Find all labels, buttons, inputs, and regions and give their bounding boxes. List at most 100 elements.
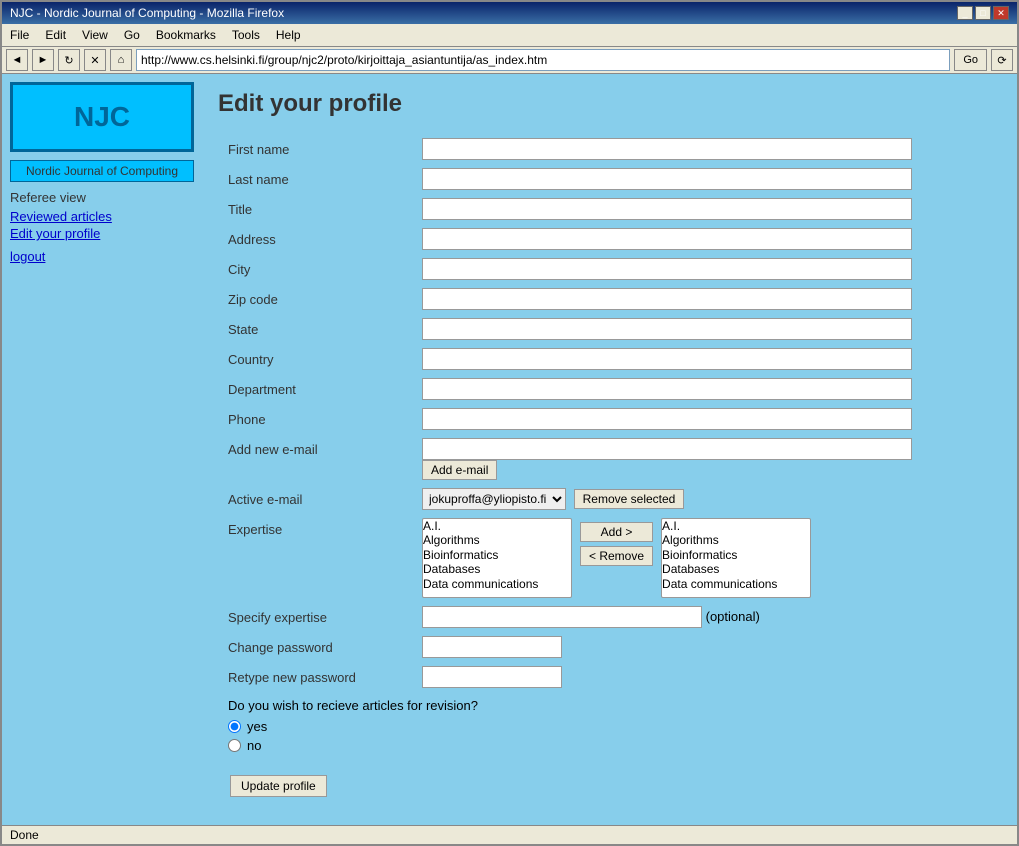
reload-button[interactable]: ↻: [58, 49, 80, 71]
department-label: Department: [218, 374, 418, 404]
expertise-action-buttons: Add > < Remove: [576, 518, 657, 570]
expertise-option-right-3[interactable]: Databases: [662, 562, 810, 576]
sidebar-logout-link[interactable]: logout: [10, 249, 194, 264]
menu-tools[interactable]: Tools: [224, 26, 268, 44]
change-password-label: Change password: [218, 632, 418, 662]
maximize-button[interactable]: □: [975, 6, 991, 20]
city-row: City: [218, 254, 1001, 284]
active-email-select[interactable]: jokuproffa@yliopisto.fi: [422, 488, 566, 510]
expertise-add-button[interactable]: Add >: [580, 522, 653, 542]
profile-form: First name Last name Title: [218, 134, 1001, 809]
sidebar: NJC Nordic Journal of Computing Referee …: [2, 74, 202, 825]
state-field: [418, 314, 1001, 344]
expertise-option-right-2[interactable]: Bioinformatics: [662, 548, 810, 562]
state-input[interactable]: [422, 318, 912, 340]
retype-password-input[interactable]: [422, 666, 562, 688]
address-input[interactable]: [422, 228, 912, 250]
refresh-button[interactable]: ⟳: [991, 49, 1013, 71]
expertise-list-left[interactable]: A.I. Algorithms Bioinformatics Databases…: [422, 518, 572, 598]
first-name-input[interactable]: [422, 138, 912, 160]
last-name-input[interactable]: [422, 168, 912, 190]
menu-edit[interactable]: Edit: [37, 26, 74, 44]
sidebar-section-title: Referee view: [10, 190, 194, 205]
expertise-remove-button[interactable]: < Remove: [580, 546, 653, 566]
expertise-option-left-3[interactable]: Databases: [423, 562, 571, 576]
revision-no-label: no: [247, 738, 261, 753]
active-email-label: Active e-mail: [218, 484, 418, 514]
last-name-label: Last name: [218, 164, 418, 194]
add-email-label: Add new e-mail: [218, 434, 418, 484]
menu-file[interactable]: File: [2, 26, 37, 44]
zip-code-field: [418, 284, 1001, 314]
sidebar-link-edit-profile[interactable]: Edit your profile: [10, 226, 194, 241]
window-controls: _ □ ✕: [957, 6, 1009, 20]
title-bar: NJC - Nordic Journal of Computing - Mozi…: [2, 2, 1017, 24]
menu-bar: File Edit View Go Bookmarks Tools Help: [2, 24, 1017, 47]
zip-code-input[interactable]: [422, 288, 912, 310]
menu-help[interactable]: Help: [268, 26, 309, 44]
sidebar-nav-header: Nordic Journal of Computing: [10, 160, 194, 182]
expertise-option-left-4[interactable]: Data communications: [423, 577, 571, 591]
address-row: Address: [218, 224, 1001, 254]
optional-label: (optional): [706, 609, 760, 624]
country-label: Country: [218, 344, 418, 374]
update-profile-button[interactable]: Update profile: [230, 775, 327, 797]
expertise-option-right-4[interactable]: Data communications: [662, 577, 810, 591]
retype-password-label: Retype new password: [218, 662, 418, 692]
address-label: Address: [218, 224, 418, 254]
specify-expertise-label: Specify expertise: [218, 602, 418, 632]
minimize-button[interactable]: _: [957, 6, 973, 20]
expertise-label: Expertise: [218, 514, 418, 602]
revision-field: Do you wish to recieve articles for revi…: [218, 692, 1001, 763]
browser-window: NJC - Nordic Journal of Computing - Mozi…: [0, 0, 1019, 846]
city-input[interactable]: [422, 258, 912, 280]
menu-view[interactable]: View: [74, 26, 116, 44]
add-email-field: Add e-mail: [418, 434, 1001, 484]
back-button[interactable]: ◄: [6, 49, 28, 71]
zip-code-row: Zip code: [218, 284, 1001, 314]
change-password-field: [418, 632, 1001, 662]
update-row: Update profile: [218, 763, 1001, 809]
phone-row: Phone: [218, 404, 1001, 434]
expertise-option-left-1[interactable]: Algorithms: [423, 533, 571, 547]
close-button[interactable]: ✕: [993, 6, 1009, 20]
address-input[interactable]: [136, 49, 950, 71]
add-email-button[interactable]: Add e-mail: [422, 460, 497, 480]
title-input[interactable]: [422, 198, 912, 220]
country-input[interactable]: [422, 348, 912, 370]
last-name-field: [418, 164, 1001, 194]
expertise-option-left-2[interactable]: Bioinformatics: [423, 548, 571, 562]
specify-expertise-input[interactable]: [422, 606, 702, 628]
revision-no-option: no: [228, 738, 991, 753]
stop-button[interactable]: ✕: [84, 49, 106, 71]
sidebar-link-reviewed-articles[interactable]: Reviewed articles: [10, 209, 194, 224]
remove-selected-button[interactable]: Remove selected: [574, 489, 685, 509]
change-password-input[interactable]: [422, 636, 562, 658]
first-name-field: [418, 134, 1001, 164]
menu-bookmarks[interactable]: Bookmarks: [148, 26, 224, 44]
first-name-row: First name: [218, 134, 1001, 164]
new-email-input[interactable]: [422, 438, 912, 460]
go-button[interactable]: Go: [954, 49, 987, 71]
specify-expertise-row: Specify expertise (optional): [218, 602, 1001, 632]
expertise-list-right[interactable]: A.I. Algorithms Bioinformatics Databases…: [661, 518, 811, 598]
revision-yes-radio[interactable]: [228, 720, 241, 733]
revision-no-radio[interactable]: [228, 739, 241, 752]
forward-button[interactable]: ►: [32, 49, 54, 71]
department-input[interactable]: [422, 378, 912, 400]
state-label: State: [218, 314, 418, 344]
expertise-option-right-1[interactable]: Algorithms: [662, 533, 810, 547]
phone-input[interactable]: [422, 408, 912, 430]
expertise-option-left-0[interactable]: A.I.: [423, 519, 571, 533]
window-title: NJC - Nordic Journal of Computing - Mozi…: [10, 6, 284, 20]
revision-row: Do you wish to recieve articles for revi…: [218, 692, 1001, 763]
title-row: Title: [218, 194, 1001, 224]
title-field: [418, 194, 1001, 224]
menu-go[interactable]: Go: [116, 26, 148, 44]
status-text: Done: [10, 828, 39, 842]
revision-yes-label: yes: [247, 719, 267, 734]
home-button[interactable]: ⌂: [110, 49, 132, 71]
expertise-option-right-0[interactable]: A.I.: [662, 519, 810, 533]
department-field: [418, 374, 1001, 404]
country-field: [418, 344, 1001, 374]
